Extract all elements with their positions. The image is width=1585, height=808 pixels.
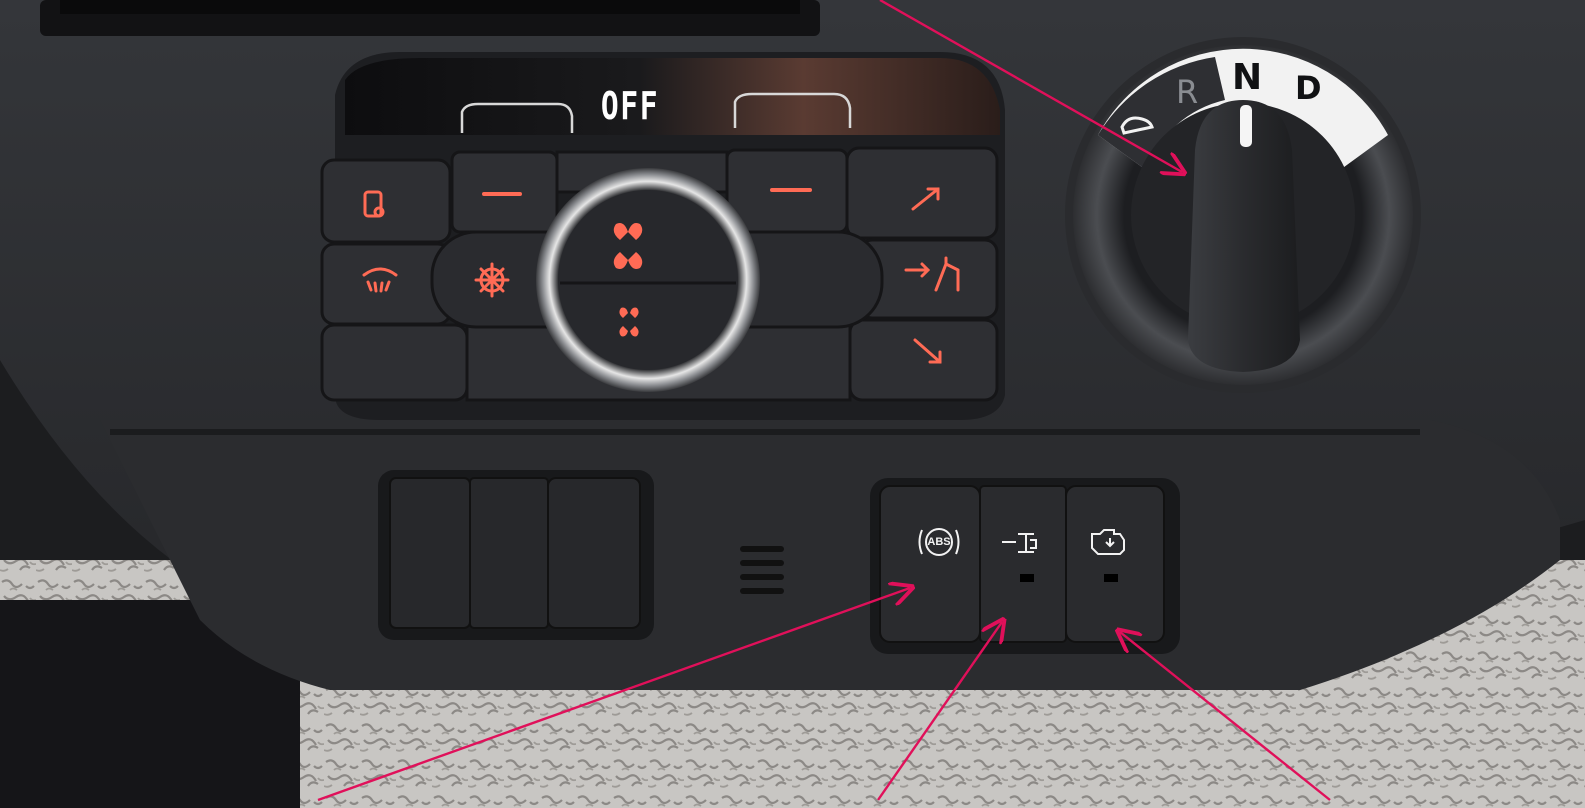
- rear-defrost-button[interactable]: [322, 160, 450, 242]
- gear-selector-knob[interactable]: [1068, 40, 1418, 390]
- indicator-led: [1020, 574, 1034, 582]
- abs-switch[interactable]: [880, 486, 980, 642]
- temp-down-right-button[interactable]: [727, 150, 847, 232]
- vent-floor-button[interactable]: [850, 320, 997, 400]
- front-defrost-button[interactable]: [322, 244, 450, 324]
- fan-speed-down-button[interactable]: [580, 286, 716, 356]
- vent-face-button[interactable]: [860, 240, 997, 318]
- hill-descent-switch[interactable]: [980, 486, 1066, 642]
- indicator-led: [1104, 574, 1118, 582]
- temp-down-left-button[interactable]: [452, 152, 557, 232]
- fan-speed-up-button[interactable]: [580, 210, 716, 280]
- vent-windshield-button[interactable]: [847, 148, 997, 238]
- climate-display-off-text: OFF: [600, 84, 660, 128]
- engine-switch[interactable]: [1066, 486, 1164, 642]
- car-dashboard-photo: OFF R N D ABS: [0, 0, 1585, 808]
- blank-switch-panel: [390, 478, 640, 628]
- ac-button[interactable]: [462, 255, 522, 307]
